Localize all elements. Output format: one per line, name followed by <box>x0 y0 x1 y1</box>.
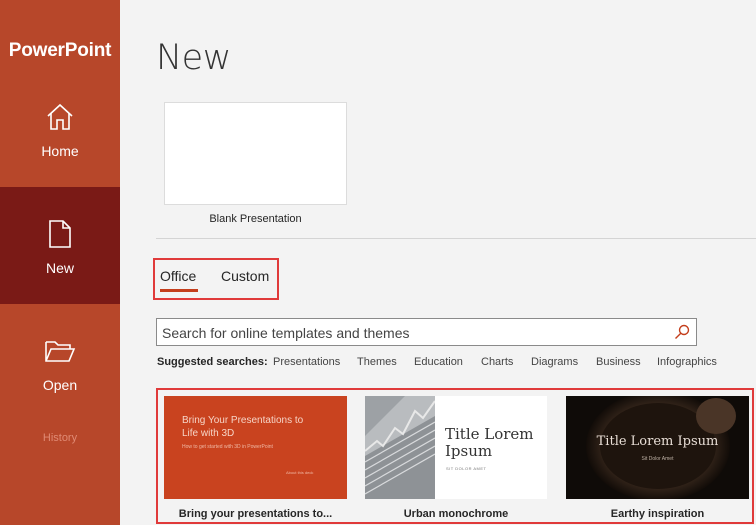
tab-selected-underline <box>160 289 198 292</box>
app-title: PowerPoint <box>8 40 112 61</box>
tab-custom[interactable]: Custom <box>221 268 269 284</box>
open-folder-icon <box>42 333 78 369</box>
blank-presentation-label[interactable]: Blank Presentation <box>164 213 347 225</box>
template-thumbnail-urban-monochrome[interactable]: Title Lorem Ipsum SIT DOLOR AMET <box>365 396 547 499</box>
template-thumb-title: Title Lorem Ipsum <box>596 434 719 449</box>
template-thumb-title: Title Lorem Ipsum <box>445 425 534 460</box>
template-label[interactable]: Bring your presentations to... <box>164 508 347 520</box>
suggested-link-education[interactable]: Education <box>414 356 463 368</box>
suggested-link-infographics[interactable]: Infographics <box>657 356 717 368</box>
tab-office[interactable]: Office <box>160 268 196 284</box>
search-box <box>156 318 697 346</box>
suggested-searches-label: Suggested searches: <box>157 356 268 368</box>
template-label[interactable]: Urban monochrome <box>365 508 547 520</box>
template-thumb-title: Bring Your Presentations to Life with 3D <box>182 415 304 439</box>
search-input[interactable] <box>162 324 662 342</box>
blank-presentation-thumbnail[interactable] <box>164 102 347 205</box>
sidebar-item-open[interactable]: Open <box>0 304 120 421</box>
template-thumb-subtitle: SIT DOLOR AMET <box>446 466 487 471</box>
sidebar-item-label: Home <box>41 142 79 159</box>
template-thumb-footer: About this deck <box>286 470 314 475</box>
template-label[interactable]: Earthy inspiration <box>566 508 749 520</box>
template-thumbnail-earthy-inspiration[interactable]: Title Lorem Ipsum Sit Dolor Amet <box>566 396 749 499</box>
suggested-link-presentations[interactable]: Presentations <box>273 356 340 368</box>
page-title: New <box>156 38 231 78</box>
suggested-link-themes[interactable]: Themes <box>357 356 397 368</box>
suggested-link-charts[interactable]: Charts <box>481 356 513 368</box>
search-icon[interactable] <box>674 324 690 340</box>
suggested-link-business[interactable]: Business <box>596 356 641 368</box>
new-document-icon <box>42 216 78 252</box>
sidebar-item-new[interactable]: New <box>0 187 120 304</box>
sidebar: PowerPoint Home New Open History <box>0 0 120 525</box>
divider <box>156 238 756 239</box>
template-thumbnail-3d[interactable]: Bring Your Presentations to Life with 3D… <box>164 396 347 499</box>
stairs-photo <box>365 396 435 499</box>
suggested-link-diagrams[interactable]: Diagrams <box>531 356 578 368</box>
sidebar-item-label: New <box>45 259 74 276</box>
home-icon <box>42 99 78 135</box>
template-thumb-subtitle: How to get started with 3D in PowerPoint <box>182 444 273 450</box>
sidebar-item-history[interactable]: History <box>0 432 120 444</box>
sidebar-item-label: Open <box>42 376 78 393</box>
sidebar-item-home[interactable]: Home <box>0 70 120 187</box>
template-thumb-subtitle: Sit Dolor Amet <box>641 456 674 462</box>
